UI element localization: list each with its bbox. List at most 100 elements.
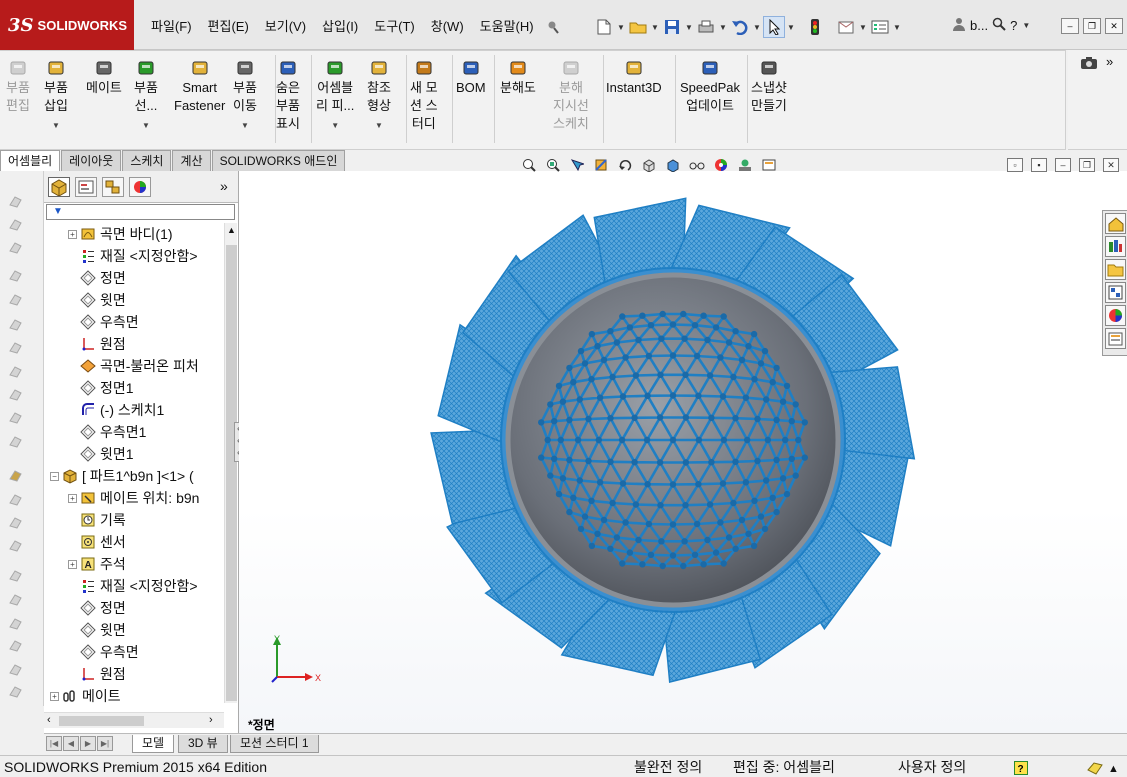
hide-show-items-icon[interactable]	[686, 156, 708, 174]
user-icon[interactable]	[952, 17, 966, 34]
options-icon[interactable]	[869, 16, 891, 38]
undo-icon[interactable]	[729, 16, 751, 38]
sketch-tool-icon[interactable]	[7, 683, 25, 699]
sketch-tool-icon[interactable]	[7, 537, 25, 553]
ribbon-button-assembly-feature[interactable]: 어셈블 리 피... ▼	[316, 59, 354, 135]
tree-item[interactable]: 우측면	[44, 641, 223, 663]
chevron-down-icon[interactable]: ▼	[367, 117, 391, 135]
tree-item[interactable]: 우측면1	[44, 421, 223, 443]
sketch-tool-icon[interactable]	[7, 316, 25, 332]
new-document-icon[interactable]	[593, 16, 615, 38]
tree-item[interactable]: 재질 <지정안함>	[44, 575, 223, 597]
rebuild-indicator-icon[interactable]	[1086, 759, 1104, 777]
menu-item[interactable]: 삽입(I)	[314, 17, 366, 37]
last-tab-icon[interactable]: ▶|	[97, 736, 113, 751]
tree-item[interactable]: − [ 파트1^b9n ]<1> (	[44, 465, 223, 487]
chevron-down-icon[interactable]: ▼	[650, 23, 660, 32]
tree-item[interactable]: 원점	[44, 663, 223, 685]
rebuild-icon[interactable]	[804, 16, 826, 38]
bottom-tab[interactable]: 모션 스터디 1	[230, 735, 319, 753]
property-manager-tab-icon[interactable]	[75, 177, 97, 197]
command-tab[interactable]: SOLIDWORKS 애드인	[211, 150, 346, 171]
chevron-down-icon[interactable]: ▼	[786, 23, 796, 32]
dynamic-annotation-icon[interactable]	[614, 156, 636, 174]
tree-item[interactable]: + 메이트	[44, 685, 223, 703]
custom-properties-icon[interactable]	[1105, 328, 1126, 349]
tree-item[interactable]: 정면	[44, 267, 223, 289]
custom-units[interactable]: 사용자 정의	[898, 756, 966, 777]
ribbon-button-move-component[interactable]: 부품 이동 ▼	[233, 59, 257, 135]
design-library-icon[interactable]	[1105, 236, 1126, 257]
command-tab[interactable]: 계산	[172, 150, 211, 171]
ribbon-button-snapshot[interactable]: 스냅샷 만들기	[751, 59, 787, 115]
ribbon-button-bom[interactable]: BOM	[456, 59, 486, 97]
chevron-down-icon[interactable]: ▼	[858, 23, 868, 32]
sketch-tool-icon[interactable]	[7, 239, 25, 255]
command-tab[interactable]: 레이아웃	[61, 150, 122, 171]
first-tab-icon[interactable]: |◀	[46, 736, 62, 751]
scroll-right-icon[interactable]: ›	[209, 714, 213, 726]
zoom-to-area-icon[interactable]	[542, 156, 564, 174]
apply-scene-icon[interactable]	[734, 156, 756, 174]
search-field[interactable]: b...	[970, 18, 988, 33]
configuration-manager-tab-icon[interactable]	[102, 177, 124, 197]
ribbon-button-motion-study[interactable]: 새 모션 스 터디	[410, 59, 438, 133]
edit-appearance-icon[interactable]	[710, 156, 732, 174]
display-manager-tab-icon[interactable]	[129, 177, 151, 197]
tree-item[interactable]: 원점	[44, 333, 223, 355]
save-icon[interactable]	[661, 16, 683, 38]
menu-item[interactable]: 도구(T)	[366, 17, 423, 37]
bottom-tab[interactable]: 3D 뷰	[178, 735, 228, 753]
ribbon-button-speedpak[interactable]: SpeedPak 업데이트	[680, 59, 740, 115]
menu-item[interactable]: 파일(F)	[143, 17, 200, 37]
restore-button[interactable]: ❐	[1083, 18, 1101, 34]
scroll-thumb[interactable]	[226, 245, 237, 701]
tree-vertical-scrollbar[interactable]: ▲	[224, 223, 237, 703]
command-tab[interactable]: 어셈블리	[0, 150, 61, 171]
sketch-tool-icon[interactable]	[7, 409, 25, 425]
expand-icon[interactable]: +	[68, 494, 77, 503]
minimize-button[interactable]: –	[1061, 18, 1079, 34]
model-view[interactable]	[239, 171, 1127, 733]
tree-item[interactable]: 윗면	[44, 619, 223, 641]
tree-item[interactable]: 재질 <지정안함>	[44, 245, 223, 267]
previous-view-icon[interactable]	[566, 156, 588, 174]
sketch-tool-icon[interactable]	[7, 491, 25, 507]
open-icon[interactable]	[627, 16, 649, 38]
sketch-tool-icon[interactable]	[7, 661, 25, 677]
ribbon-button-exploded-view[interactable]: 분해도	[500, 59, 536, 97]
select-icon[interactable]	[763, 16, 785, 38]
sketch-tool-icon[interactable]	[7, 363, 25, 379]
view-palette-icon[interactable]	[1105, 282, 1126, 303]
close-button[interactable]: ✕	[1105, 18, 1123, 34]
menu-item[interactable]: 편집(E)	[200, 17, 257, 37]
geodesic-model[interactable]	[430, 197, 916, 683]
chevron-down-icon[interactable]: ▼	[134, 117, 158, 135]
chevron-down-icon[interactable]: ▼	[616, 23, 626, 32]
sketch-tool-icon[interactable]	[7, 591, 25, 607]
help-icon[interactable]: ?	[1010, 18, 1017, 33]
tree-item[interactable]: + 메이트 위치: b9n	[44, 487, 223, 509]
restore-button[interactable]: ❐	[1079, 158, 1095, 172]
previous-tab-icon[interactable]: ◀	[63, 736, 79, 751]
collapse-icon[interactable]: −	[50, 472, 59, 481]
chevron-down-icon[interactable]: ▼	[316, 117, 354, 135]
tree-item[interactable]: 윗면1	[44, 443, 223, 465]
camera-icon[interactable]	[1080, 56, 1098, 73]
sketch-tool-icon[interactable]	[7, 514, 25, 530]
tree-item[interactable]: (-) 스케치1	[44, 399, 223, 421]
ribbon-button-linear-pattern[interactable]: 부품 선... ▼	[134, 59, 158, 135]
chevron-down-icon[interactable]: ▼	[1021, 21, 1031, 30]
view-orientation-icon[interactable]	[638, 156, 660, 174]
tree-item[interactable]: + 곡면 바디(1)	[44, 223, 223, 245]
sketch-tool-icon[interactable]	[7, 291, 25, 307]
sketch-tool-icon[interactable]	[7, 339, 25, 355]
next-tab-icon[interactable]: ▶	[80, 736, 96, 751]
sketch-tool-icon[interactable]	[7, 267, 25, 283]
scroll-thumb[interactable]	[59, 716, 144, 726]
sketch-tool-icon[interactable]	[7, 433, 25, 449]
sketch-tool-icon[interactable]	[7, 615, 25, 631]
sketch-tool-icon[interactable]	[7, 193, 25, 209]
search-icon[interactable]	[992, 17, 1006, 34]
viewport-single-icon[interactable]: ▪	[1031, 158, 1047, 172]
